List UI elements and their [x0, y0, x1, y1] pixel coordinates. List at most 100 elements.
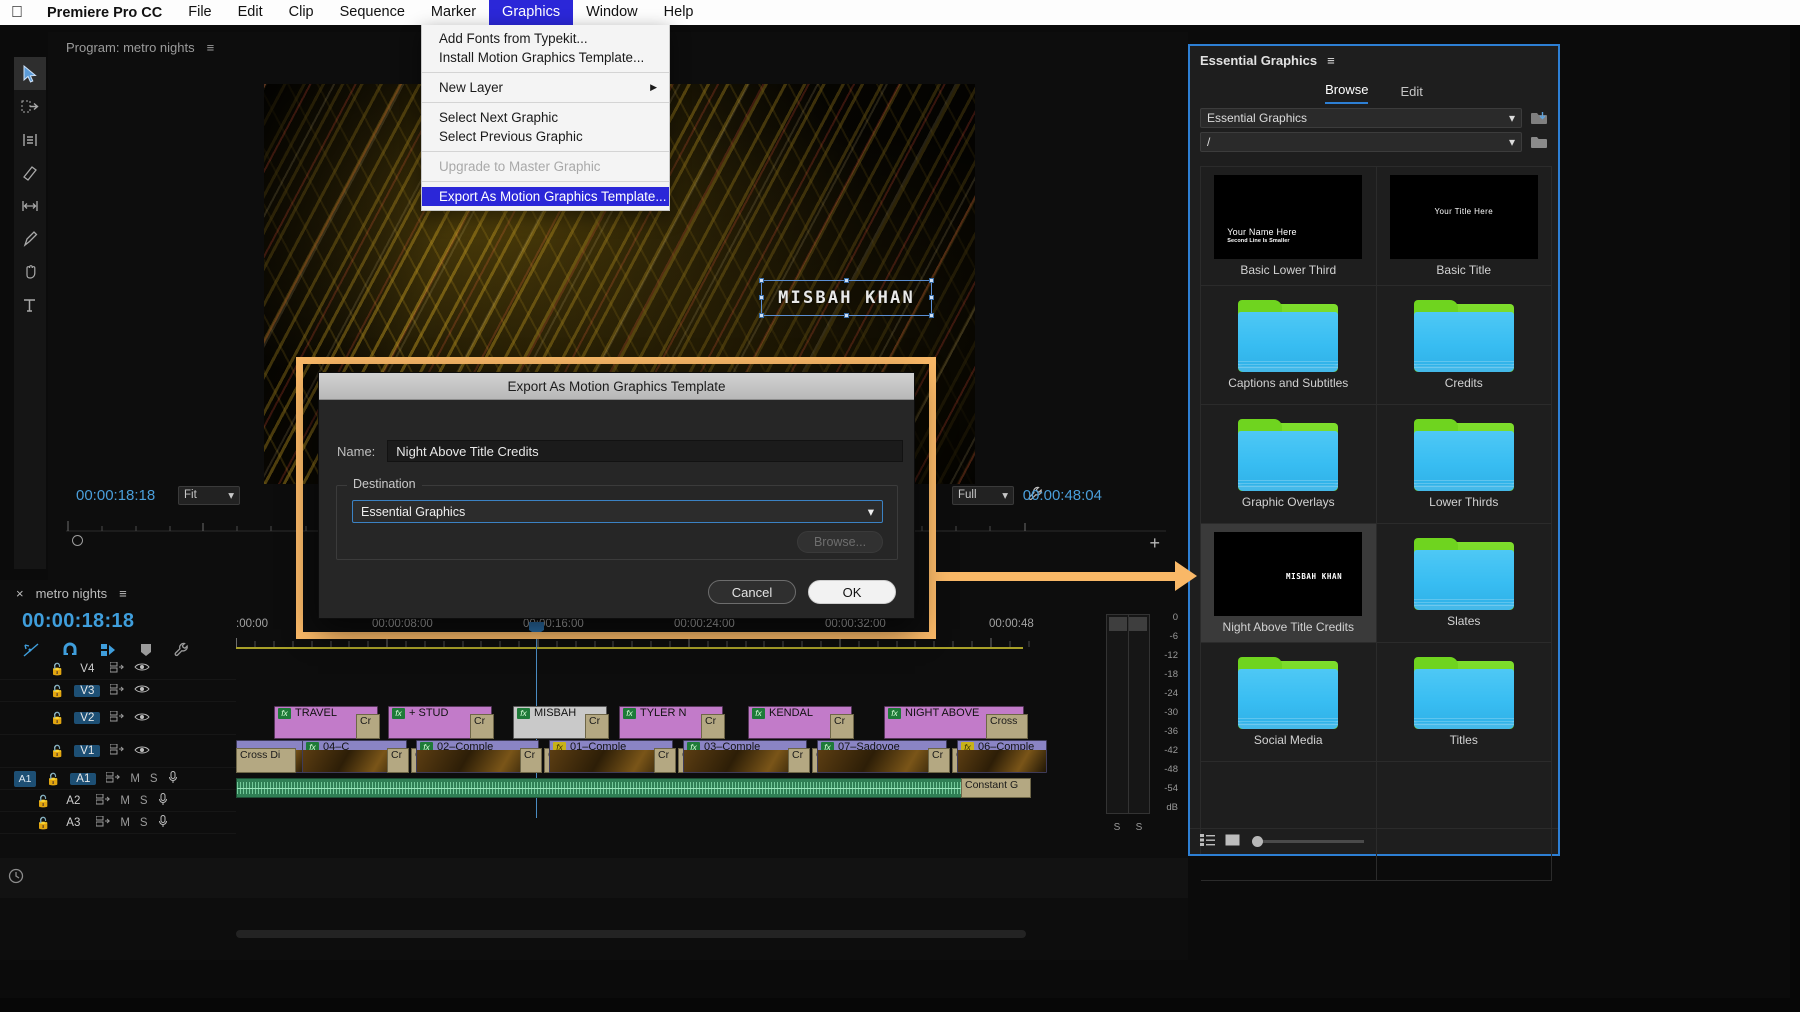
track-name-v3[interactable]: V3 [74, 685, 100, 697]
type-tool[interactable] [14, 288, 46, 321]
timeline-tick-marks[interactable] [236, 638, 1046, 647]
zoom-level-select[interactable]: Fit ▾ [178, 486, 240, 505]
resize-handle-bl[interactable] [759, 313, 764, 318]
timeline-settings-wrench-icon[interactable] [174, 642, 190, 658]
track-name-a1[interactable]: A1 [70, 773, 96, 785]
track-target-a1[interactable]: A1 [14, 771, 36, 787]
track-header-v3[interactable]: 🔓 V3 [0, 680, 236, 702]
menu-item-new-layer[interactable]: New Layer ▶ [422, 78, 669, 97]
track-name-v2[interactable]: V2 [74, 712, 100, 724]
menu-graphics[interactable]: Graphics [489, 0, 573, 25]
meter-solo-left[interactable]: S [1114, 822, 1121, 833]
insert-overwrite-icon[interactable] [22, 642, 40, 658]
pen-tool[interactable] [14, 222, 46, 255]
razor-tool[interactable] [14, 156, 46, 189]
panel-menu-icon[interactable]: ≡ [1327, 53, 1335, 68]
zoom-handle[interactable] [1252, 836, 1263, 847]
lock-icon[interactable]: 🔓 [46, 772, 60, 786]
folder-item-captions-and-subtitles[interactable]: Captions and Subtitles [1201, 286, 1377, 405]
selected-title-graphic[interactable]: MISBAH KHAN [761, 280, 932, 316]
menu-clip[interactable]: Clip [276, 0, 327, 25]
transition-cross-dissolve[interactable]: Cr [387, 748, 409, 773]
track-header-a1[interactable]: A1 🔓 A1 M S [0, 768, 236, 790]
menu-file[interactable]: File [175, 0, 224, 25]
snap-magnet-icon[interactable] [62, 642, 78, 658]
solo-button-a3[interactable]: S [140, 817, 148, 829]
track-header-v4[interactable]: 🔓 V4 [0, 658, 236, 680]
resize-handle-br[interactable] [929, 313, 934, 318]
sync-lock-icon[interactable] [110, 662, 124, 676]
lock-icon[interactable]: 🔓 [50, 662, 64, 676]
template-item-basic-title[interactable]: Your Title Here Basic Title [1377, 167, 1553, 286]
solo-button-a1[interactable]: S [150, 773, 158, 785]
folder-item-slates[interactable]: Slates [1377, 524, 1553, 643]
mic-icon[interactable] [158, 793, 168, 809]
sync-lock-icon[interactable] [110, 744, 124, 758]
transition-cross-dissolve[interactable]: Cr [520, 748, 542, 773]
ok-button[interactable]: OK [808, 580, 896, 604]
ripple-edit-tool[interactable] [14, 123, 46, 156]
timeline-playhead-time[interactable]: 00:00:18:18 [22, 610, 134, 633]
panel-menu-icon[interactable]: ≡ [207, 40, 215, 55]
thumbnail-zoom-slider[interactable] [1256, 840, 1364, 843]
lock-icon[interactable]: 🔓 [50, 684, 64, 698]
track-header-a3[interactable]: 🔓 A3 M S [0, 812, 236, 834]
resize-handle-ml[interactable] [759, 295, 764, 300]
transition-cross-dissolve[interactable]: Cr [928, 748, 950, 773]
lock-icon[interactable]: 🔓 [36, 794, 50, 808]
clip-06-complete[interactable]: fx06–Comple [957, 740, 1047, 773]
selection-tool[interactable] [14, 57, 46, 90]
install-template-icon[interactable] [1528, 108, 1550, 128]
solo-button-a2[interactable]: S [140, 795, 148, 807]
destination-select[interactable]: Essential Graphics ▾ [352, 500, 883, 523]
track-name-a3[interactable]: A3 [60, 817, 86, 829]
hand-tool[interactable] [14, 255, 46, 288]
eye-icon[interactable] [134, 684, 150, 697]
folder-item-titles[interactable]: Titles [1377, 643, 1553, 762]
apple-logo-icon[interactable]:  [0, 5, 34, 21]
menu-help[interactable]: Help [651, 0, 707, 25]
new-folder-icon[interactable] [1528, 132, 1550, 152]
mute-button-a2[interactable]: M [120, 795, 130, 807]
name-input[interactable]: Night Above Title Credits [387, 440, 903, 462]
menu-edit[interactable]: Edit [225, 0, 276, 25]
track-header-v2[interactable]: 🔓 V2 [0, 702, 236, 735]
track-name-v4[interactable]: V4 [74, 663, 100, 675]
track-header-v1[interactable]: 🔓 V1 [0, 735, 236, 768]
menu-marker[interactable]: Marker [418, 0, 489, 25]
work-area-bar[interactable] [236, 647, 1023, 649]
sync-lock-icon[interactable] [96, 794, 110, 808]
sync-lock-icon[interactable] [96, 816, 110, 830]
app-name-menu[interactable]: Premiere Pro CC [34, 5, 175, 21]
mute-button-a3[interactable]: M [120, 817, 130, 829]
menu-item-add-fonts[interactable]: Add Fonts from Typekit... [422, 29, 669, 48]
tab-edit[interactable]: Edit [1400, 84, 1422, 104]
lock-icon[interactable]: 🔓 [50, 711, 64, 725]
marker-icon[interactable] [140, 643, 152, 657]
menu-window[interactable]: Window [573, 0, 651, 25]
template-item-night-above-title-credits[interactable]: MISBAH KHAN Night Above Title Credits [1201, 524, 1377, 643]
list-view-icon[interactable] [1200, 833, 1215, 851]
sync-lock-icon[interactable] [106, 772, 120, 786]
folder-item-social-media[interactable]: Social Media [1201, 643, 1377, 762]
audio-clip-a1[interactable] [236, 778, 1026, 798]
playback-resolution-select[interactable]: Full ▾ [952, 486, 1014, 505]
sync-lock-icon[interactable] [110, 684, 124, 698]
program-current-time[interactable]: 00:00:18:18 [76, 487, 155, 504]
mic-icon[interactable] [168, 771, 178, 787]
panel-menu-icon[interactable]: ≡ [119, 586, 127, 601]
grid-view-icon[interactable] [1225, 833, 1240, 851]
transition-cross-dissolve[interactable]: Cr [830, 714, 854, 739]
transition-cross-dissolve[interactable]: Cr [654, 748, 676, 773]
menu-item-install-mogrt[interactable]: Install Motion Graphics Template... [422, 48, 669, 67]
cancel-button[interactable]: Cancel [708, 580, 796, 604]
slip-tool[interactable] [14, 189, 46, 222]
folder-item-graphic-overlays[interactable]: Graphic Overlays [1201, 405, 1377, 524]
meter-solo-right[interactable]: S [1136, 822, 1143, 833]
history-icon[interactable] [8, 868, 24, 889]
mic-icon[interactable] [158, 815, 168, 831]
close-icon[interactable]: × [16, 586, 24, 601]
transition-cross-dissolve[interactable]: Cr [356, 714, 380, 739]
program-playhead-marker[interactable] [72, 535, 83, 546]
eye-icon[interactable] [134, 712, 150, 725]
